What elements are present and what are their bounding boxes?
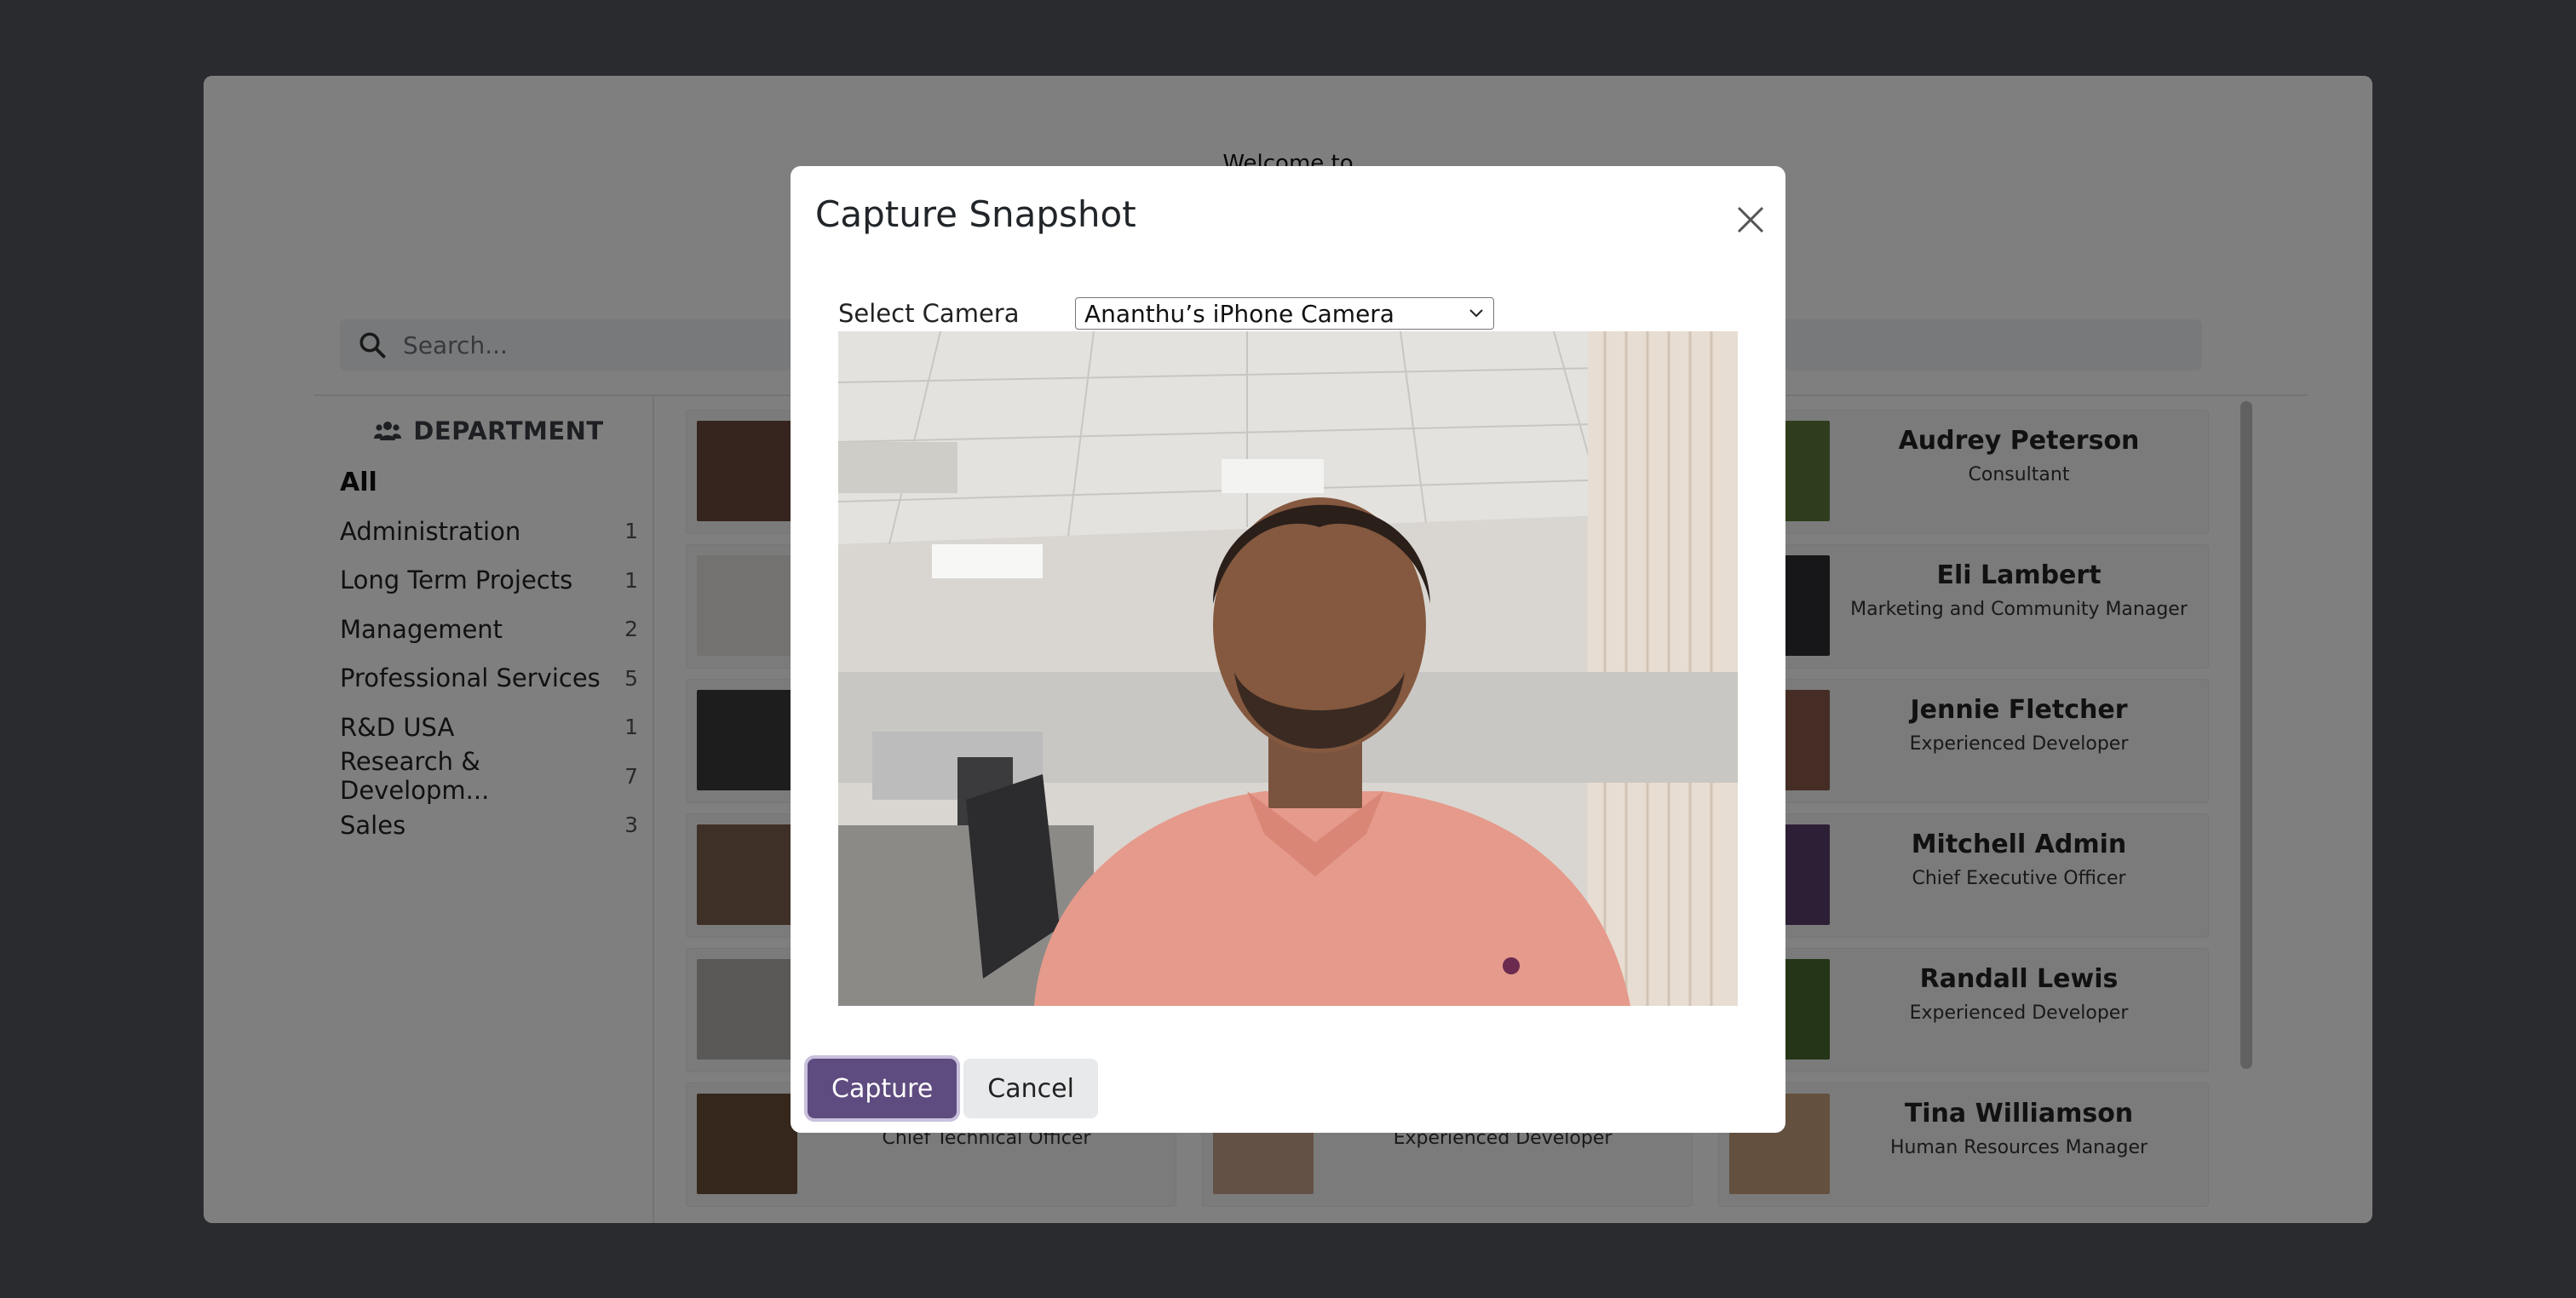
camera-select[interactable]: Ananthu’s iPhone Camera [1075, 297, 1494, 330]
chevron-down-icon [1469, 309, 1483, 318]
camera-select-label: Select Camera [838, 299, 1020, 328]
capture-snapshot-dialog: Capture Snapshot Select Camera Ananthu’s… [791, 166, 1785, 1133]
capture-button[interactable]: Capture [808, 1059, 957, 1118]
close-icon[interactable] [1734, 203, 1768, 237]
dialog-footer: Capture Cancel [808, 1059, 1098, 1118]
dialog-title: Capture Snapshot [815, 193, 1136, 235]
camera-select-value: Ananthu’s iPhone Camera [1084, 299, 1394, 328]
camera-preview [838, 331, 1738, 1006]
cancel-button[interactable]: Cancel [963, 1059, 1098, 1118]
camera-feed-image [838, 331, 1738, 1006]
camera-select-row: Select Camera Ananthu’s iPhone Camera [838, 297, 1494, 330]
